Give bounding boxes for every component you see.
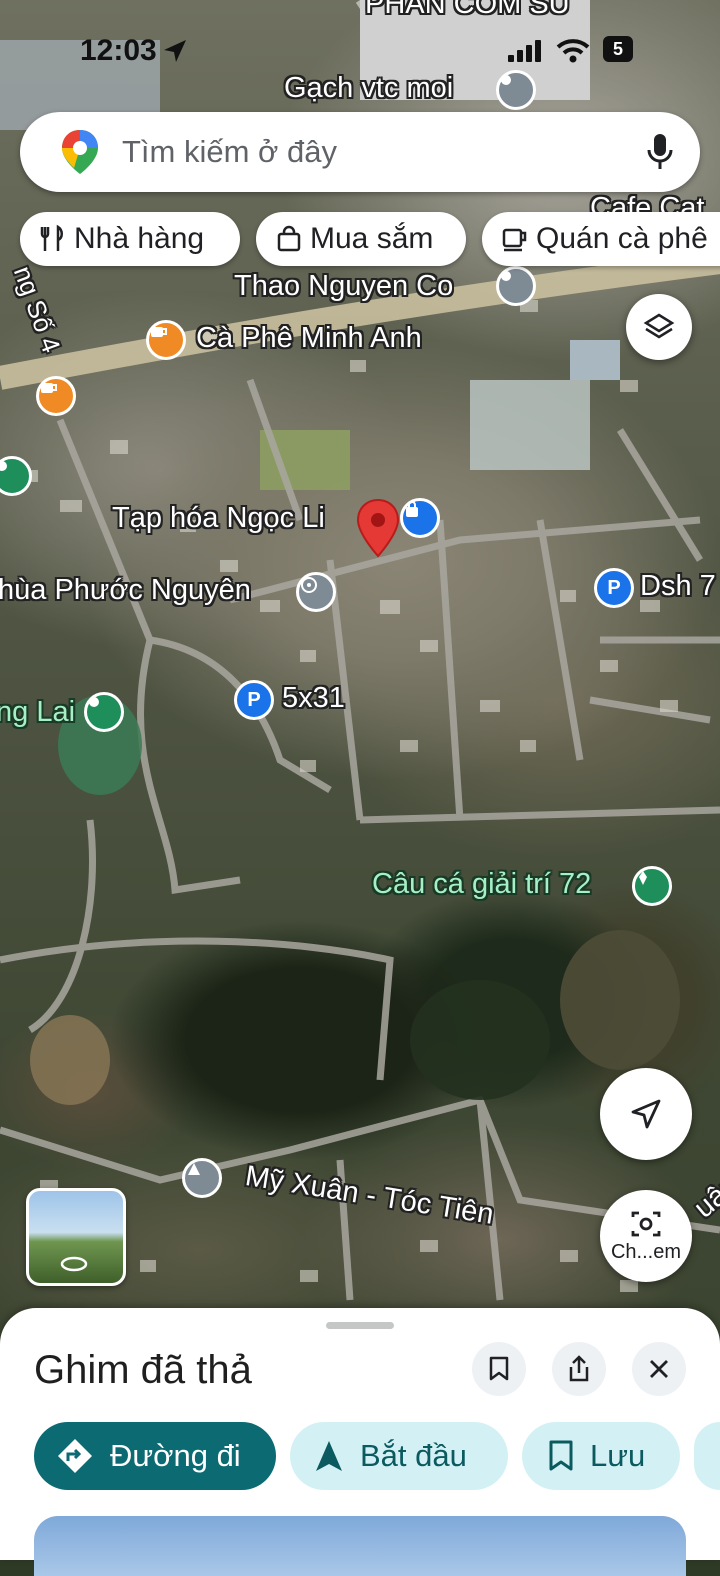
more-actions-chip[interactable] <box>694 1422 720 1490</box>
save-button[interactable]: Lưu <box>522 1422 680 1490</box>
temple-icon[interactable] <box>296 572 336 612</box>
navigation-icon <box>314 1439 344 1473</box>
save-label: Lưu <box>590 1438 646 1473</box>
cellular-signal-icon <box>508 40 541 62</box>
bookmark-icon <box>548 1440 574 1472</box>
park-pin-icon[interactable] <box>84 692 124 732</box>
directions-label: Đường đi <box>110 1438 241 1473</box>
shopping-bag-icon[interactable] <box>400 498 440 538</box>
search-input[interactable]: Tìm kiếm ở đây <box>122 134 337 170</box>
place-pin-icon[interactable] <box>496 266 536 306</box>
camera-icon <box>631 1211 661 1236</box>
map-label-lai[interactable]: ng Lai <box>0 696 75 729</box>
layers-icon <box>643 313 675 339</box>
sheet-title: Ghim đã thả <box>34 1348 252 1392</box>
status-bar: 12:03 5 <box>0 0 720 100</box>
map-label-dsh[interactable]: Dsh 7 <box>640 570 716 603</box>
parking-icon[interactable]: P <box>234 680 274 720</box>
wifi-icon <box>556 39 590 63</box>
save-icon-button[interactable] <box>472 1342 526 1396</box>
chip-label: Quán cà phê <box>536 222 708 255</box>
place-photo-preview[interactable] <box>34 1516 686 1576</box>
chip-shopping[interactable]: Mua sắm <box>256 212 466 266</box>
cafe-icon[interactable] <box>146 320 186 360</box>
start-label: Bắt đầu <box>360 1438 467 1473</box>
google-maps-logo-icon <box>62 130 98 174</box>
chip-label: Nhà hàng <box>74 222 205 255</box>
camera-search-button[interactable]: Ch...em <box>600 1190 692 1282</box>
status-time: 12:03 <box>80 34 157 67</box>
microphone-icon[interactable] <box>646 132 674 172</box>
drag-handle[interactable] <box>326 1322 394 1329</box>
directions-button[interactable]: Đường đi <box>34 1422 276 1490</box>
map-label-5x31[interactable]: 5x31 <box>282 682 345 715</box>
share-icon <box>569 1355 589 1382</box>
parking-icon[interactable]: P <box>594 568 634 608</box>
close-icon <box>650 1360 668 1378</box>
navigation-arrow-icon <box>631 1099 661 1129</box>
search-bar[interactable]: Tìm kiếm ở đây <box>20 112 700 192</box>
layers-button[interactable] <box>626 294 692 360</box>
coffee-icon <box>500 224 530 254</box>
landmark-icon[interactable] <box>182 1158 222 1198</box>
bookmark-icon <box>489 1356 509 1381</box>
start-button[interactable]: Bắt đầu <box>290 1422 508 1490</box>
dropped-pin-icon[interactable] <box>356 498 400 560</box>
map-label-tap-hoa[interactable]: Tạp hóa Ngọc Li <box>112 502 325 535</box>
location-arrow-icon <box>164 40 186 62</box>
bottom-sheet[interactable]: Ghim đã thả Đường đi Bắt đầu Lưu <box>0 1308 720 1576</box>
chip-label: Mua sắm <box>310 222 434 255</box>
chip-restaurants[interactable]: Nhà hàng <box>20 212 240 266</box>
rotate-360-icon <box>60 1256 88 1272</box>
fork-knife-icon <box>38 224 68 254</box>
street-view-thumbnail[interactable] <box>26 1188 126 1286</box>
recenter-button[interactable] <box>600 1068 692 1160</box>
chip-coffee[interactable]: Quán cà phê <box>482 212 720 266</box>
shopping-bag-icon <box>274 224 304 254</box>
map-label-thao-nguyen[interactable]: Thao Nguyen Co <box>234 270 453 303</box>
close-button[interactable] <box>632 1342 686 1396</box>
map-label-cau-ca[interactable]: Câu cá giải trí 72 <box>372 868 591 901</box>
camera-label: Ch...em <box>610 1240 682 1263</box>
map-label-chua[interactable]: hùa Phước Nguyên <box>0 574 251 607</box>
share-button[interactable] <box>552 1342 606 1396</box>
battery-indicator: 5 <box>603 36 633 62</box>
recreation-icon[interactable] <box>632 866 672 906</box>
cafe-icon[interactable] <box>36 376 76 416</box>
directions-icon <box>56 1437 94 1475</box>
map-label-minh-anh[interactable]: Cà Phê Minh Anh <box>196 322 422 355</box>
